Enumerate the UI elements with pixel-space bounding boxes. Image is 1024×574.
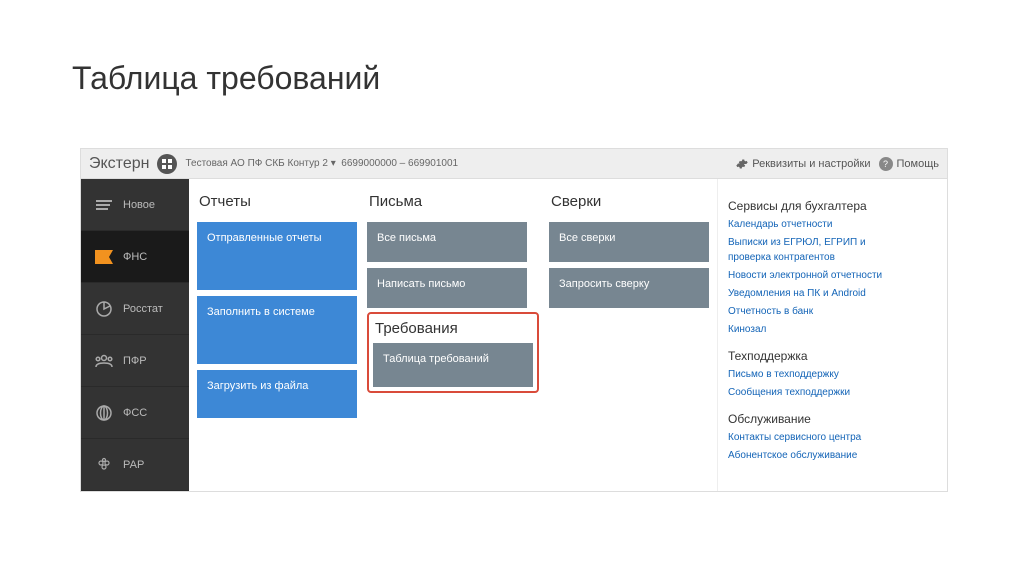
- sidebar-item-label: РАР: [123, 459, 144, 471]
- rp-link-subscription[interactable]: Абонентское обслуживание: [728, 448, 907, 463]
- list-icon: [95, 196, 113, 214]
- column-title-reconciliation: Сверки: [549, 193, 709, 216]
- app-logo-text: Экстерн: [89, 155, 149, 173]
- topbar: Экстерн Тестовая АО ПФ СКБ Контур 2 ▾ 66…: [81, 149, 947, 179]
- column-title-reports: Отчеты: [197, 193, 357, 216]
- help-link[interactable]: ? Помощь: [879, 157, 940, 171]
- rp-heading-service: Обслуживание: [728, 412, 907, 426]
- column-title-letters: Письма: [367, 193, 539, 216]
- sidebar-item-label: Новое: [123, 199, 155, 211]
- sidebar: Новое ФНС Росстат ПФР: [81, 179, 189, 491]
- tile-requirements-table[interactable]: Таблица требований: [373, 343, 533, 387]
- globe-icon: [95, 404, 113, 422]
- rp-link-bank[interactable]: Отчетность в банк: [728, 304, 907, 319]
- rp-link-support-letter[interactable]: Письмо в техподдержку: [728, 367, 907, 382]
- rp-link-calendar[interactable]: Календарь отчетности: [728, 217, 907, 232]
- rp-link-notifications[interactable]: Уведомления на ПК и Android: [728, 286, 907, 301]
- rp-heading-support: Техподдержка: [728, 349, 907, 363]
- sidebar-item-rar[interactable]: РАР: [81, 439, 189, 491]
- tile-all-letters[interactable]: Все письма: [367, 222, 527, 262]
- tile-fill-system[interactable]: Заполнить в системе: [197, 296, 357, 364]
- tile-load-file[interactable]: Загрузить из файла: [197, 370, 357, 418]
- column-reports: Отчеты Отправленные отчеты Заполнить в с…: [197, 193, 357, 477]
- main-area: Отчеты Отправленные отчеты Заполнить в с…: [189, 179, 947, 491]
- sidebar-item-label: ПФР: [123, 355, 147, 367]
- org-name[interactable]: Тестовая АО ПФ СКБ Контур 2 ▾ 6699000000…: [185, 158, 458, 169]
- rp-link-extracts[interactable]: Выписки из ЕГРЮЛ, ЕГРИП и проверка контр…: [728, 235, 907, 265]
- tile-request-recon[interactable]: Запросить сверку: [549, 268, 709, 308]
- settings-link[interactable]: Реквизиты и настройки: [736, 158, 870, 170]
- gear-icon: [736, 158, 748, 170]
- sidebar-item-label: ФСС: [123, 407, 147, 419]
- tile-all-recon[interactable]: Все сверки: [549, 222, 709, 262]
- app-window: Экстерн Тестовая АО ПФ СКБ Контур 2 ▾ 66…: [80, 148, 948, 492]
- tile-write-letter[interactable]: Написать письмо: [367, 268, 527, 308]
- rp-link-news[interactable]: Новости электронной отчетности: [728, 268, 907, 283]
- tile-sent-reports[interactable]: Отправленные отчеты: [197, 222, 357, 290]
- rp-link-service-contacts[interactable]: Контакты сервисного центра: [728, 430, 907, 445]
- sidebar-item-fns[interactable]: ФНС: [81, 231, 189, 283]
- help-icon: ?: [879, 157, 893, 171]
- page-title: Таблица требований: [0, 0, 1024, 117]
- rp-link-cinema[interactable]: Кинозал: [728, 322, 907, 337]
- sidebar-item-rosstat[interactable]: Росстат: [81, 283, 189, 335]
- pie-chart-icon: [95, 300, 113, 318]
- column-letters: Письма Все письма Написать письмо: [367, 193, 539, 308]
- sidebar-item-pfr[interactable]: ПФР: [81, 335, 189, 387]
- rp-heading-services: Сервисы для бухгалтера: [728, 199, 907, 213]
- sidebar-item-label: Росстат: [123, 303, 163, 315]
- apps-icon[interactable]: [157, 154, 177, 174]
- rp-link-support-messages[interactable]: Сообщения техподдержки: [728, 385, 907, 400]
- sidebar-item-fss[interactable]: ФСС: [81, 387, 189, 439]
- column-reconciliation: Сверки Все сверки Запросить сверку: [549, 193, 709, 477]
- grapes-icon: [95, 456, 113, 474]
- right-panel: Сервисы для бухгалтера Календарь отчетно…: [717, 179, 917, 491]
- people-icon: [95, 352, 113, 370]
- requirements-highlight: Требования Таблица требований: [367, 312, 539, 393]
- flag-icon: [95, 248, 113, 266]
- sidebar-item-new[interactable]: Новое: [81, 179, 189, 231]
- column-title-requirements: Требования: [373, 318, 533, 343]
- sidebar-item-label: ФНС: [123, 251, 147, 263]
